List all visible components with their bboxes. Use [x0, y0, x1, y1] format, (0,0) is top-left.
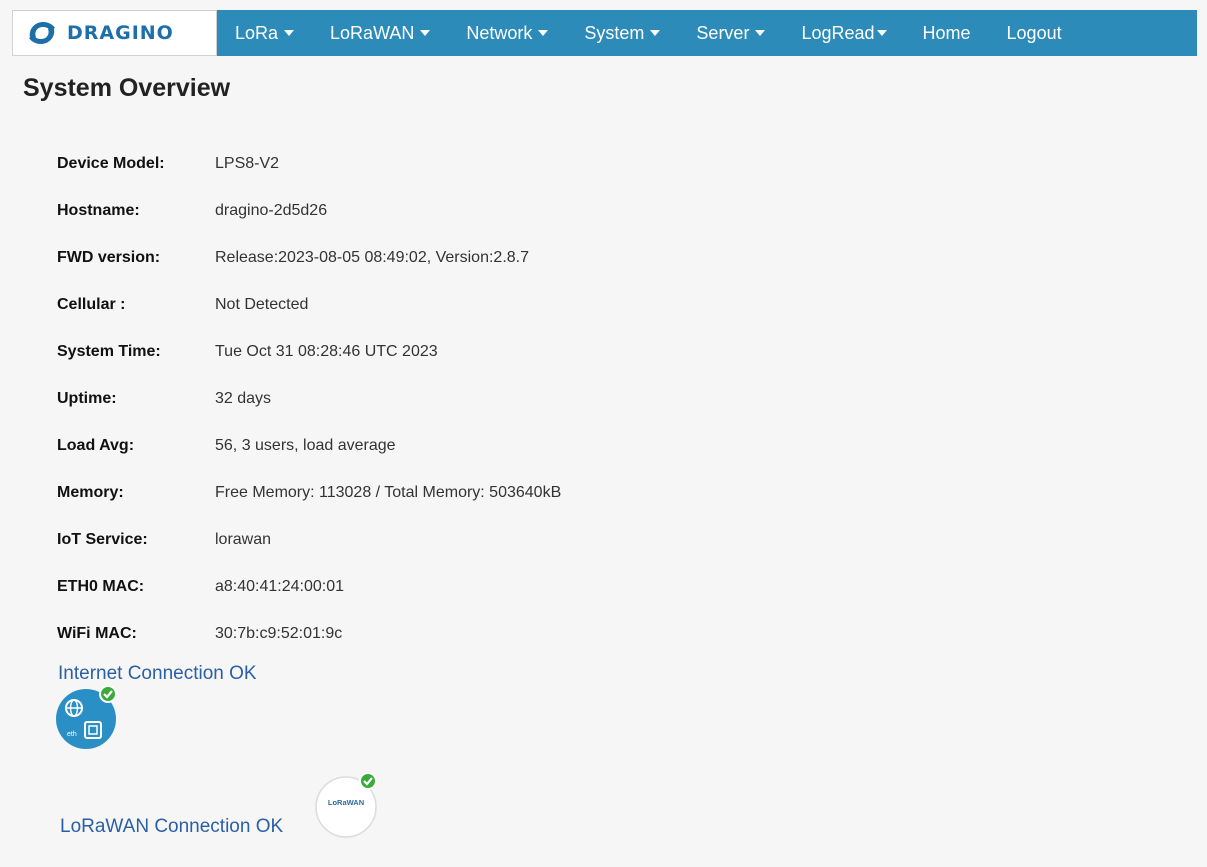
chevron-down-icon — [650, 30, 661, 36]
info-row-device-model: Device Model: LPS8-V2 — [57, 140, 561, 187]
info-value: lorawan — [215, 530, 272, 548]
nav-home-label: Home — [922, 22, 971, 43]
nav-system[interactable]: System — [566, 10, 678, 56]
info-value: Not Detected — [215, 295, 309, 313]
internet-status-text[interactable]: Internet Connection OK — [58, 663, 257, 685]
nav-lora-label: LoRa — [235, 22, 279, 43]
info-label: Hostname: — [57, 201, 140, 219]
nav-home[interactable]: Home — [905, 10, 989, 56]
internet-ethernet-ok-icon[interactable]: eth — [55, 685, 119, 755]
nav-logread[interactable]: LogRead — [783, 10, 904, 56]
eth-icon-label: eth — [67, 731, 77, 738]
info-row-wifi-mac: WiFi MAC: 30:7b:c9:52:01:9c — [57, 610, 561, 657]
info-row-fwd-version: FWD version: Release:2023-08-05 08:49:02… — [57, 234, 561, 281]
info-row-cellular: Cellular : Not Detected — [57, 281, 561, 328]
info-row-memory: Memory: Free Memory: 113028 / Total Memo… — [57, 469, 561, 516]
info-value: a8:40:41:24:00:01 — [215, 577, 345, 595]
info-row-hostname: Hostname: dragino-2d5d26 — [57, 187, 561, 234]
info-value: 30:7b:c9:52:01:9c — [215, 624, 343, 642]
info-value: Tue Oct 31 08:28:46 UTC 2023 — [215, 342, 438, 360]
lorawan-status-text[interactable]: LoRaWAN Connection OK — [60, 816, 283, 838]
nav-logout-label: Logout — [1006, 22, 1062, 43]
info-row-eth0-mac: ETH0 MAC: a8:40:41:24:00:01 — [57, 563, 561, 610]
info-row-system-time: System Time: Tue Oct 31 08:28:46 UTC 202… — [57, 328, 561, 375]
info-value: Release:2023-08-05 08:49:02, Version:2.8… — [215, 248, 530, 266]
info-label: Device Model: — [57, 154, 165, 172]
info-value: dragino-2d5d26 — [215, 201, 328, 219]
info-row-uptime: Uptime: 32 days — [57, 375, 561, 422]
nav-network-label: Network — [466, 22, 533, 43]
info-row-iot-service: IoT Service: lorawan — [57, 516, 561, 563]
brand-name: DRAGINO — [67, 22, 174, 44]
info-label: WiFi MAC: — [57, 624, 137, 642]
info-label: IoT Service: — [57, 530, 148, 548]
info-label: FWD version: — [57, 248, 161, 266]
lorawan-icon-label: LoRaWAN — [328, 798, 364, 807]
nav-lora[interactable]: LoRa — [217, 10, 312, 56]
info-label: System Time: — [57, 342, 161, 360]
nav-lorawan[interactable]: LoRaWAN — [312, 10, 448, 56]
chevron-down-icon — [538, 30, 549, 36]
info-value: LPS8-V2 — [215, 154, 280, 172]
chevron-down-icon — [284, 30, 295, 36]
info-label: Cellular : — [57, 295, 126, 313]
lorawan-ok-icon[interactable]: LoRaWAN — [314, 772, 382, 843]
dragino-logo-icon — [29, 22, 55, 44]
chevron-down-icon — [420, 30, 431, 36]
info-value: Free Memory: 113028 / Total Memory: 5036… — [215, 483, 562, 501]
chevron-down-icon — [755, 30, 766, 36]
nav-system-label: System — [584, 22, 645, 43]
nav-logread-label: LogRead — [801, 22, 875, 43]
page-title: System Overview — [23, 74, 231, 102]
info-label: Uptime: — [57, 389, 117, 407]
brand-logo[interactable]: DRAGINO — [12, 10, 217, 56]
info-label: Load Avg: — [57, 436, 135, 454]
top-navbar: DRAGINO LoRa LoRaWAN Network System Serv… — [12, 10, 1197, 56]
info-value: 56, 3 users, load average — [215, 436, 396, 454]
nav-logout[interactable]: Logout — [989, 10, 1080, 56]
nav-server-label: Server — [696, 22, 750, 43]
nav-network[interactable]: Network — [448, 10, 566, 56]
info-value: 32 days — [215, 389, 272, 407]
chevron-down-icon — [876, 30, 887, 36]
info-label: Memory: — [57, 483, 124, 501]
info-row-load-avg: Load Avg: 56, 3 users, load average — [57, 422, 561, 469]
system-info-table: Device Model: LPS8-V2 Hostname: dragino-… — [57, 140, 561, 657]
nav-lorawan-label: LoRaWAN — [330, 22, 415, 43]
info-label: ETH0 MAC: — [57, 577, 145, 595]
nav-server[interactable]: Server — [678, 10, 783, 56]
